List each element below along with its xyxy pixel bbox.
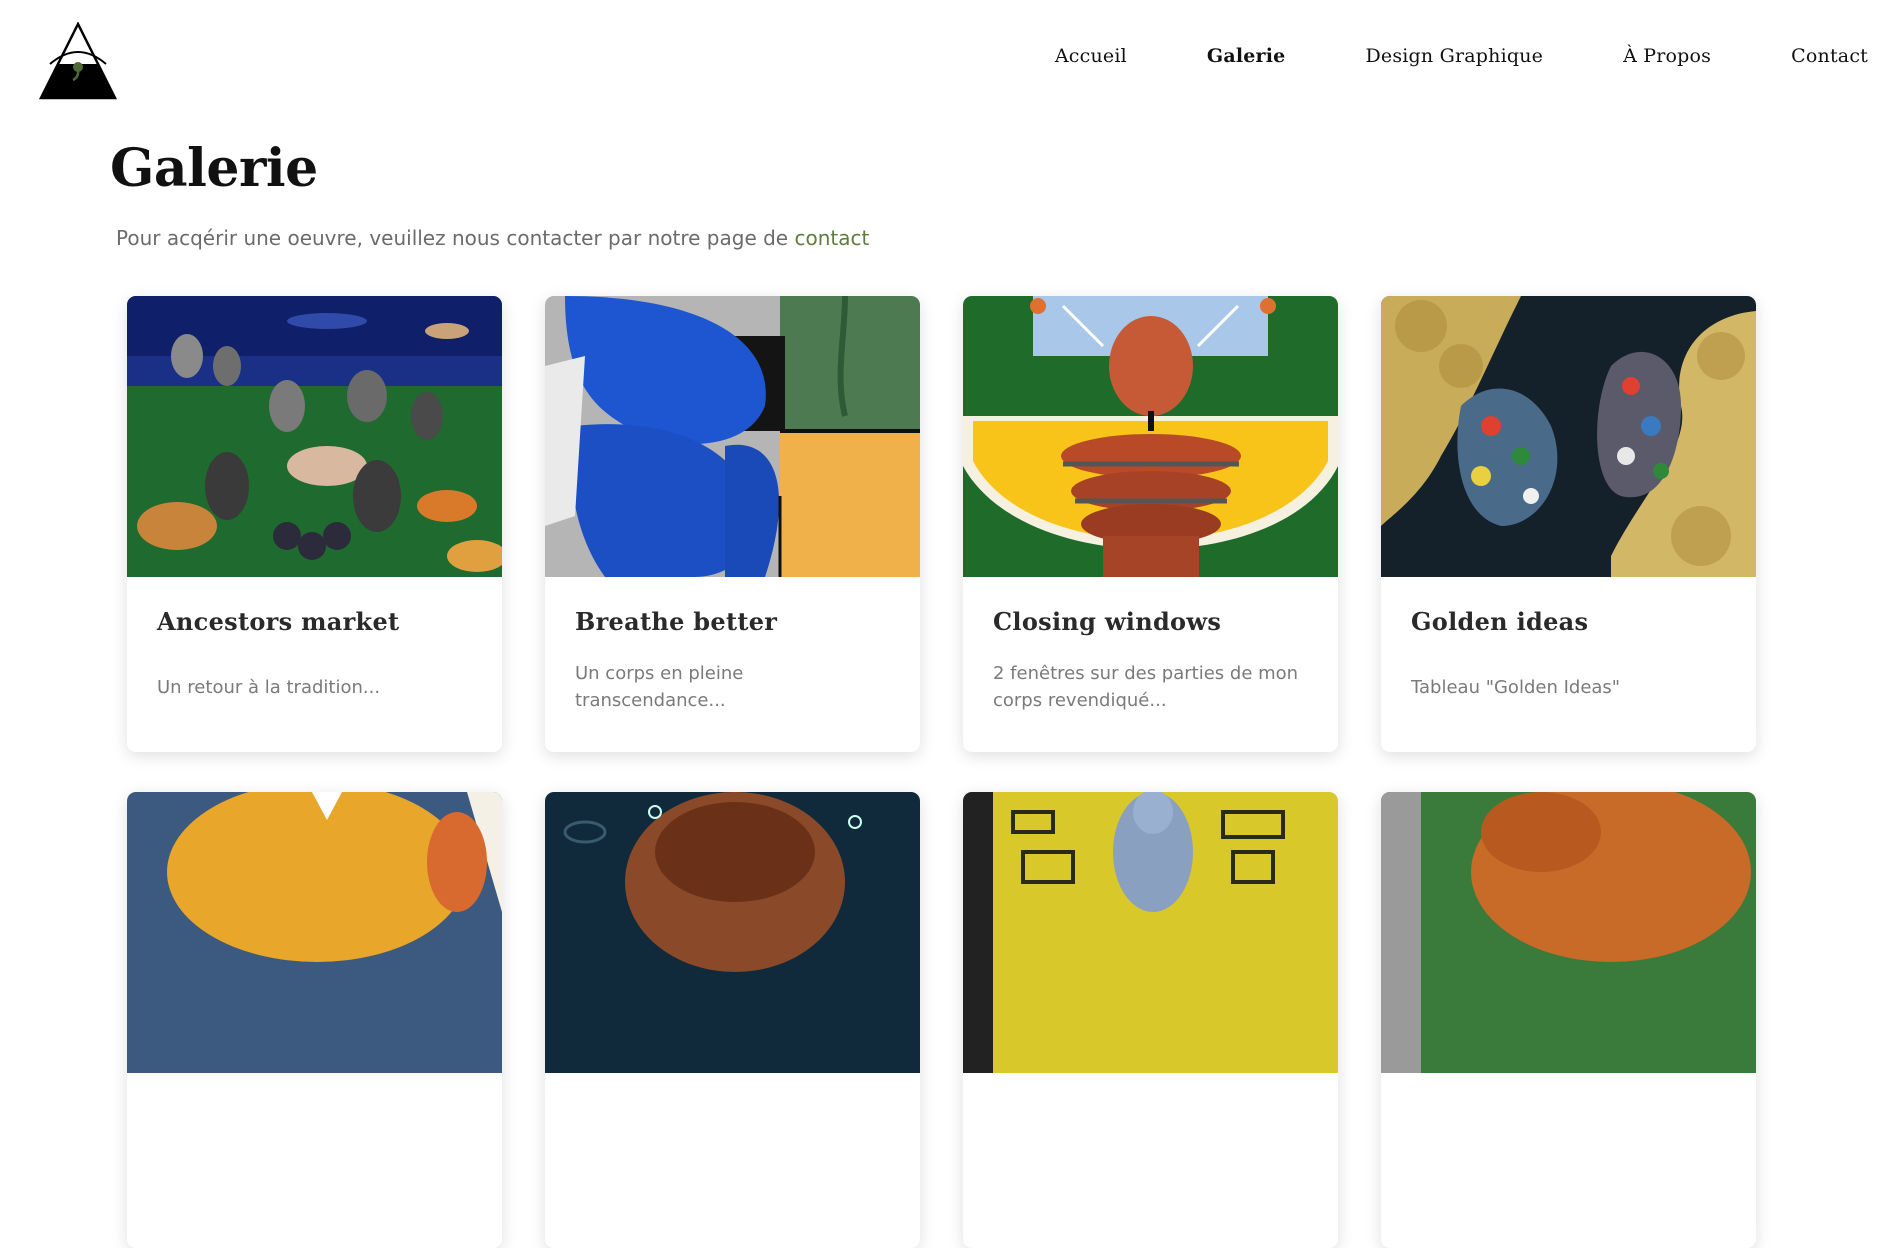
site-logo[interactable] [38,21,118,100]
intro-text: Pour acqérir une oeuvre, veuillez nous c… [116,226,869,250]
artwork-title[interactable]: Ancestors market [157,607,472,636]
artwork-image[interactable] [127,296,502,577]
contact-link[interactable]: contact [794,226,869,250]
artwork-card-golden-ideas[interactable]: Golden ideas Tableau "Golden Ideas" [1381,296,1756,752]
artwork-card[interactable] [963,792,1338,1248]
artwork-description: Tableau "Golden Ideas" [1411,677,1621,698]
artwork-title[interactable]: Closing windows [993,607,1308,636]
artwork-image[interactable] [127,792,502,1073]
artwork-description: Un retour à la tradition... [157,677,381,698]
main-nav: Accueil Galerie Design Graphique À Propo… [1055,45,1868,67]
artwork-card[interactable] [545,792,920,1248]
artwork-title[interactable]: Breathe better [575,607,890,636]
artwork-image[interactable] [545,792,920,1073]
artwork-image[interactable] [545,296,920,577]
eye-triangle-logo-icon [38,21,118,100]
artwork-description: Un corps en pleine transcendance... [575,663,744,711]
artwork-description: 2 fenêtres sur des parties de mon corps … [993,663,1299,711]
intro-sentence: Pour acqérir une oeuvre, veuillez nous c… [116,226,795,250]
artwork-card-closing-windows[interactable]: Closing windows 2 fenêtres sur des parti… [963,296,1338,752]
artwork-card-breathe-better[interactable]: Breathe better Un corps en pleine transc… [545,296,920,752]
gallery-grid: Ancestors market Un retour à la traditio… [127,296,1756,1248]
artwork-card-ancestors-market[interactable]: Ancestors market Un retour à la traditio… [127,296,502,752]
nav-item-accueil[interactable]: Accueil [1055,45,1127,67]
nav-item-a-propos[interactable]: À Propos [1623,45,1711,67]
artwork-card[interactable] [1381,792,1756,1248]
artwork-image[interactable] [1381,296,1756,577]
nav-item-galerie[interactable]: Galerie [1207,45,1286,67]
nav-item-design-graphique[interactable]: Design Graphique [1365,45,1543,67]
artwork-title[interactable]: Golden ideas [1411,607,1726,636]
nav-item-contact[interactable]: Contact [1791,45,1868,67]
page-title: Galerie [110,138,318,199]
artwork-image[interactable] [963,792,1338,1073]
artwork-image[interactable] [963,296,1338,577]
artwork-image[interactable] [1381,792,1756,1073]
artwork-card[interactable] [127,792,502,1248]
